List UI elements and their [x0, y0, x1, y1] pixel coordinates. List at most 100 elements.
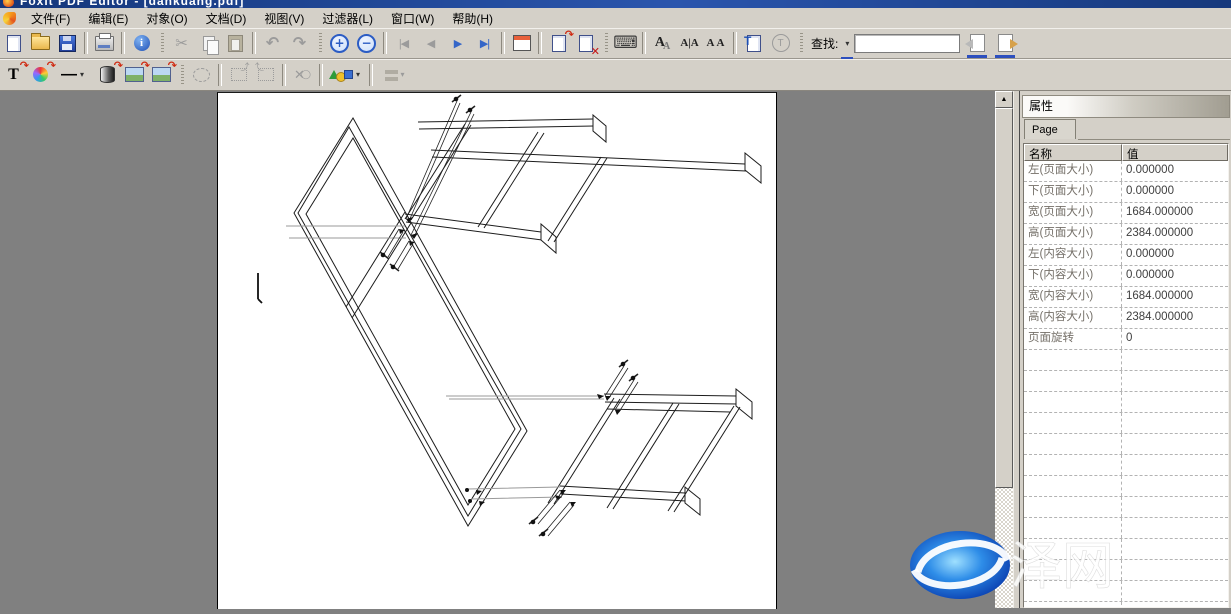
redo-button[interactable]: ↷ [286, 31, 313, 56]
property-value[interactable]: 1684.000000 [1122, 203, 1228, 223]
find-options-dropdown[interactable]: ▾ [840, 31, 854, 56]
line-tool-button[interactable]: —▾ [54, 62, 94, 87]
document-system-menu-icon[interactable] [3, 12, 16, 25]
previous-page-button[interactable]: ◀ [417, 31, 444, 56]
toolbar-grip[interactable] [161, 33, 164, 53]
toolbar-grip[interactable] [605, 33, 608, 53]
property-row[interactable]: 下(内容大小)0.000000 [1024, 266, 1228, 287]
zoom-out-button[interactable]: − [353, 31, 380, 56]
property-value[interactable]: 2384.000000 [1122, 224, 1228, 244]
group-objects-icon [231, 68, 247, 81]
property-name: 高(页面大小) [1024, 224, 1122, 244]
panel-tab-row: Page [1022, 119, 1230, 140]
copy-button[interactable] [195, 31, 222, 56]
lasso-edit-button[interactable] [188, 62, 215, 87]
menu-file[interactable]: 文件(F) [22, 8, 79, 29]
toolbar-separator [642, 32, 646, 54]
find-input[interactable] [854, 34, 960, 53]
property-value[interactable]: 0.000000 [1122, 182, 1228, 202]
empty-row [1024, 476, 1228, 497]
add-image-button[interactable]: ↷ [148, 62, 175, 87]
property-row[interactable]: 下(页面大小)0.000000 [1024, 182, 1228, 203]
bring-forward-button[interactable] [252, 62, 279, 87]
undo-button[interactable]: ↶ [259, 31, 286, 56]
text-attributes-button[interactable]: T [767, 31, 794, 56]
toolbar-grip[interactable] [181, 65, 184, 85]
add-text-button[interactable]: T↷ [0, 62, 27, 87]
find-next-button[interactable] [994, 33, 1016, 54]
paste-button[interactable] [222, 31, 249, 56]
send-backward-button[interactable] [225, 62, 252, 87]
delete-x-icon: ✕ [591, 45, 600, 58]
page-thumbnails-button[interactable] [508, 31, 535, 56]
property-row[interactable]: 左(页面大小)0.000000 [1024, 161, 1228, 182]
property-value[interactable]: 1684.000000 [1122, 287, 1228, 307]
chevron-down-icon: ▾ [398, 70, 408, 79]
property-name: 高(内容大小) [1024, 308, 1122, 328]
last-page-button[interactable]: ▶| [471, 31, 498, 56]
embed-font-button[interactable]: AA [649, 31, 676, 56]
first-page-button[interactable]: |◀ [390, 31, 417, 56]
tab-page[interactable]: Page [1024, 119, 1076, 139]
menu-filter[interactable]: 过滤器(L) [313, 8, 382, 29]
tab-row-line [1078, 139, 1230, 140]
paste-icon [228, 35, 243, 52]
print-button[interactable] [91, 31, 118, 56]
delete-page-button[interactable]: ✕ [572, 31, 599, 56]
zoom-in-icon: + [330, 34, 349, 53]
menu-document[interactable]: 文档(D) [197, 8, 256, 29]
toolbar-separator [733, 32, 737, 54]
property-value[interactable]: 0 [1122, 329, 1228, 349]
property-row[interactable]: 高(页面大小)2384.000000 [1024, 224, 1228, 245]
align-objects-button[interactable]: ▾ [376, 62, 416, 87]
circled-t-icon: T [772, 34, 790, 52]
keyboard-button[interactable]: ⌨ [612, 31, 639, 56]
menu-help[interactable]: 帮助(H) [443, 8, 502, 29]
open-folder-icon [31, 36, 50, 50]
vertical-scrollbar[interactable]: ▲ [995, 91, 1013, 608]
new-document-button[interactable] [0, 31, 27, 56]
toolbar-grip[interactable] [800, 33, 803, 53]
property-value[interactable]: 0.000000 [1122, 161, 1228, 181]
scrollbar-thumb[interactable] [995, 108, 1013, 488]
open-file-button[interactable] [27, 31, 54, 56]
edit-image-button[interactable]: ↷ [121, 62, 148, 87]
toolbar-separator [319, 64, 323, 86]
property-row[interactable]: 高(内容大小)2384.000000 [1024, 308, 1228, 329]
toolbar-grip[interactable] [319, 33, 322, 53]
font-kerning-button[interactable]: A|A [676, 31, 703, 56]
save-button[interactable] [54, 31, 81, 56]
document-info-button[interactable]: i [128, 31, 155, 56]
rotate-page-button[interactable]: ↷ [545, 31, 572, 56]
next-page-button[interactable]: ▶ [444, 31, 471, 56]
property-row[interactable]: 左(内容大小)0.000000 [1024, 245, 1228, 266]
pdf-page[interactable] [217, 92, 777, 609]
menu-edit[interactable]: 编辑(E) [79, 8, 137, 29]
top-right-ladder-frame [405, 115, 761, 253]
find-previous-button[interactable] [966, 33, 988, 54]
property-row[interactable]: 页面旋转0 [1024, 329, 1228, 350]
insert-shape-button[interactable]: ▾ [326, 62, 366, 87]
property-row[interactable]: 宽(页面大小)1684.000000 [1024, 203, 1228, 224]
property-value[interactable]: 0.000000 [1122, 245, 1228, 265]
menu-object[interactable]: 对象(O) [137, 8, 196, 29]
add-color-button[interactable]: ↷ [27, 62, 54, 87]
insert-text-button[interactable]: T [740, 31, 767, 56]
column-header-value[interactable]: 值 [1122, 144, 1228, 161]
delete-object-button[interactable]: ✕◯ [289, 62, 316, 87]
menu-view[interactable]: 视图(V) [255, 8, 313, 29]
zoom-in-button[interactable]: + [326, 31, 353, 56]
add-shading-button[interactable]: ↷ [94, 62, 121, 87]
empty-row [1024, 518, 1228, 539]
column-header-name[interactable]: 名称 [1024, 144, 1122, 161]
property-value[interactable]: 2384.000000 [1122, 308, 1228, 328]
up-arrow-icon: ▲ [1001, 96, 1008, 103]
menu-window[interactable]: 窗口(W) [382, 8, 443, 29]
cut-button[interactable]: ✂ [168, 31, 195, 56]
left-tall-frame [294, 118, 527, 526]
property-name: 页面旋转 [1024, 329, 1122, 349]
property-row[interactable]: 宽(内容大小)1684.000000 [1024, 287, 1228, 308]
char-spacing-button[interactable]: AA [703, 31, 730, 56]
property-value[interactable]: 0.000000 [1122, 266, 1228, 286]
scroll-up-button[interactable]: ▲ [995, 91, 1013, 108]
